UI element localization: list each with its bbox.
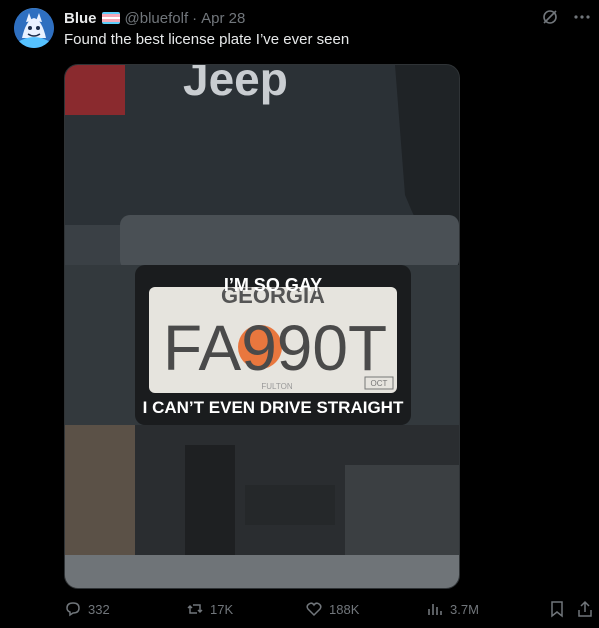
frame-top-text: I’M SO GAY [224,275,322,295]
author-handle[interactable]: @bluefolf [125,10,189,27]
repost-button[interactable]: 17K [186,600,233,618]
top-actions [541,8,591,31]
jeep-logo-text: Jeep [183,65,288,105]
tweet-photo[interactable]: Jeep GEORGIA FA990T FULTON OCT I’M SO GA… [64,64,460,589]
share-button[interactable] [576,600,594,618]
frame-bottom-text: I CAN’T EVEN DRIVE STRAIGHT [143,398,404,417]
more-icon[interactable] [573,8,591,31]
share-icon [578,600,592,617]
like-button[interactable]: 188K [305,600,359,618]
plate-number: FA990T [163,312,387,384]
tweet-text: Found the best license plate I’ve ever s… [64,31,350,48]
action-bar: 332 17K 188K 3.7M [64,600,594,620]
bookmark-icon [551,601,563,618]
reply-button[interactable]: 332 [64,600,110,618]
separator-dot: · [192,9,198,27]
trans-flag-icon [101,12,120,24]
plate-sticker: OCT [371,379,388,388]
like-count: 188K [329,601,360,617]
avatar-image [14,8,54,48]
plate-county: FULTON [261,382,292,391]
views-button[interactable]: 3.7M [426,600,479,618]
avatar[interactable] [14,8,54,48]
reply-icon [66,602,80,617]
reply-count: 332 [88,601,110,617]
post-date[interactable]: Apr 28 [201,10,245,27]
bookmark-button[interactable] [548,600,566,618]
tweet-header: Blue @bluefolf · Apr 28 [64,8,245,28]
repost-count: 17K [210,601,234,617]
author-name[interactable]: Blue [64,10,97,27]
repost-icon [187,604,203,614]
views-count: 3.7M [450,601,479,617]
views-icon [428,604,442,615]
like-icon [306,602,322,617]
grok-icon[interactable] [541,8,559,31]
